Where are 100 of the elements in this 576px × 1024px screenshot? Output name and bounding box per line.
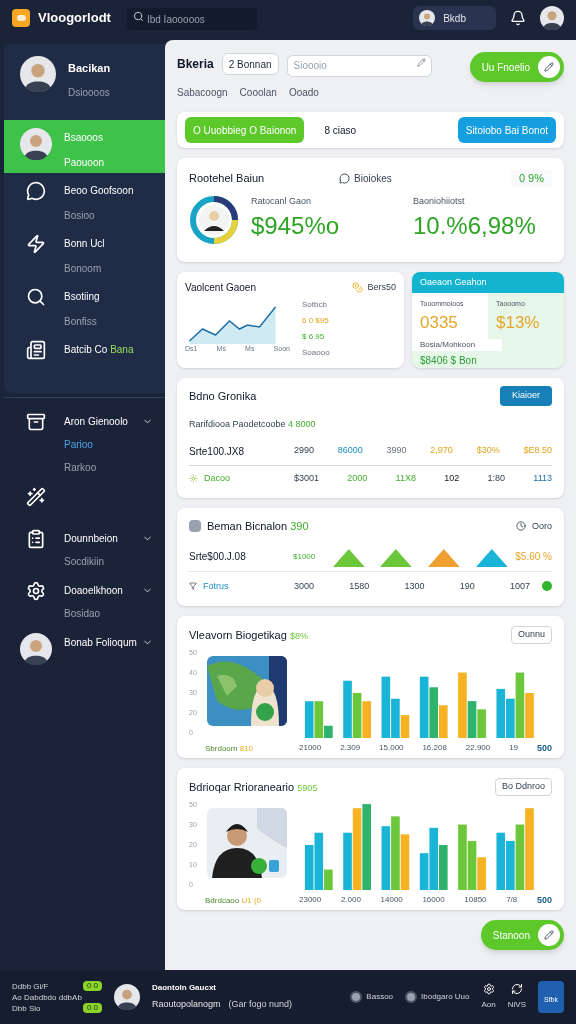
chart-bar xyxy=(304,701,314,738)
legend-value: Soaooo xyxy=(302,347,330,359)
sun-icon xyxy=(189,473,198,483)
table-subtitle: Rarifdiooa Paodetcoobe 4 8000 xyxy=(189,418,317,431)
sidebar-item[interactable]: Bsotiing Bonfiss xyxy=(4,278,165,332)
chart-bar xyxy=(419,676,429,738)
cell-value: $13% xyxy=(496,311,541,334)
bell-icon[interactable] xyxy=(510,10,526,26)
coin-icon xyxy=(352,282,364,293)
table-cell: 11X8 xyxy=(395,471,416,485)
user-menu[interactable]: Bkdb xyxy=(413,6,496,30)
chart-bar xyxy=(381,826,391,890)
record-icon xyxy=(405,991,418,1003)
chart-bar xyxy=(477,709,486,738)
header-link[interactable]: Sabacoogn xyxy=(177,84,228,100)
card-title: Vleavorn Biogetikag $8% xyxy=(189,627,309,643)
table-cell-text: $1000 xyxy=(293,550,317,563)
table-cell: 102 xyxy=(444,471,460,485)
sidebar-item[interactable]: Bonn Ucl Bonoom xyxy=(4,225,165,279)
logo-icon xyxy=(12,9,30,27)
row-label: Dacoo xyxy=(204,471,230,485)
item-subtitle: Paouoon xyxy=(64,155,105,170)
group-title[interactable]: Dounnbeion xyxy=(64,530,142,546)
axis-label: 15.000 xyxy=(379,742,404,754)
chart-bar xyxy=(506,840,515,890)
page-title: Bkeria xyxy=(177,56,214,74)
header-link[interactable]: Cooolan xyxy=(239,84,277,100)
table-cell: $E8.50 xyxy=(523,444,552,458)
chart-bar xyxy=(343,680,352,738)
axis-label: 7/8 xyxy=(506,894,518,906)
table-cell: 2990 xyxy=(294,444,315,458)
chart-bar xyxy=(400,834,410,890)
group-title[interactable]: Doaoelkhoon xyxy=(64,582,142,598)
filter-label[interactable]: Bioiokes xyxy=(354,170,511,186)
axis-label: 16000 xyxy=(422,894,445,906)
settings-icon xyxy=(26,580,46,601)
sidebar-item[interactable]: Batcib Co Bana xyxy=(4,331,165,385)
axis-label: 22.900 xyxy=(465,742,491,754)
lightning-icon xyxy=(26,233,46,254)
card-title: Beman Bicnalon 390 xyxy=(207,519,309,534)
submenu-item[interactable]: Rarkoo xyxy=(64,459,153,475)
sync-icon[interactable] xyxy=(510,983,523,995)
badge-label: Bers50 xyxy=(367,280,396,294)
item-subtitle: Bonoom xyxy=(64,261,103,276)
search-field[interactable]: Ibd Iaooooos xyxy=(126,8,257,31)
row-label: Fotrus xyxy=(203,579,229,593)
icon-label: NiVS xyxy=(507,999,526,1011)
filter-label[interactable]: Ooro xyxy=(532,519,552,533)
action-button[interactable]: Kiaioer xyxy=(500,386,552,406)
filter-button[interactable]: Ounnu xyxy=(510,626,552,644)
row-label: Srte100.JX8 xyxy=(189,444,246,459)
chart-bar xyxy=(439,845,448,890)
card-title: Bdrioqar Rrioraneario 5905 xyxy=(189,779,319,795)
chart-bar xyxy=(362,701,371,738)
table-cell: 1580 xyxy=(349,579,370,593)
gear-icon[interactable] xyxy=(482,983,495,995)
axis-label: 500 xyxy=(536,742,552,755)
table-cell: 2,970 xyxy=(430,444,453,458)
contact-detail: (Gar fogo nund) xyxy=(228,998,293,1012)
thumbnail-icon xyxy=(189,520,201,533)
text-field[interactable]: Sioooio xyxy=(286,54,432,77)
avatar xyxy=(20,56,56,92)
pencil-icon xyxy=(416,58,426,67)
highlight-label: Bana xyxy=(110,343,134,355)
submenu-item[interactable]: Parioo xyxy=(64,436,153,452)
legend-value: 6 0 $95 xyxy=(302,315,330,327)
axis-label: 21000 xyxy=(299,742,322,754)
header-link[interactable]: Ooado xyxy=(288,84,319,100)
axis-label: 23000 xyxy=(299,894,322,906)
chart-bar xyxy=(343,832,352,890)
row-label: Srte$00.J.08 xyxy=(189,550,247,564)
app-name: Vloogorlodt xyxy=(38,9,111,28)
sidebar-item[interactable]: Beoo Goofsoon Bosioo xyxy=(4,172,165,226)
item-title: Bsotiing xyxy=(64,289,100,304)
table-cell: 3990 xyxy=(386,444,407,458)
chart-bar xyxy=(304,845,314,890)
filter-chip[interactable]: 2 Bonnan xyxy=(221,53,279,76)
clock-icon xyxy=(516,521,526,532)
status-item[interactable]: Ibodgaro Uuo xyxy=(421,991,470,1003)
submenu-item[interactable]: Socdikiin xyxy=(64,553,153,569)
axis-label: 14000 xyxy=(380,894,403,906)
submenu-item[interactable]: Bosidao xyxy=(64,605,153,621)
legend-value: Sotbcb xyxy=(302,299,328,311)
filter-button[interactable]: Bo Ddnroo xyxy=(494,778,552,796)
profile-name: Bacikan xyxy=(68,61,111,76)
stat-value: 10.%6,98% xyxy=(413,211,536,242)
stat-label: Ratocanl Gaon xyxy=(251,194,313,208)
axis-label: 16.208 xyxy=(422,742,447,754)
axis-label: 2.000 xyxy=(340,894,361,906)
status-badge: 0 0 xyxy=(82,1003,102,1013)
group-title[interactable]: Aron Gienoolo xyxy=(64,413,142,429)
legend-value: $ 6 95 xyxy=(302,331,326,343)
pencil-icon xyxy=(538,924,560,946)
status-item[interactable]: Bassoo xyxy=(366,991,394,1003)
axis-label: 10850 xyxy=(464,894,487,906)
table-cell: 1113 xyxy=(533,471,552,485)
item-subtitle: Bonfiss xyxy=(64,314,98,329)
tab[interactable]: 8 ciaso xyxy=(316,117,365,143)
group-title[interactable]: Bonab Folioqum xyxy=(64,634,142,650)
card-title: Vaolcent Gaoen xyxy=(185,281,257,295)
